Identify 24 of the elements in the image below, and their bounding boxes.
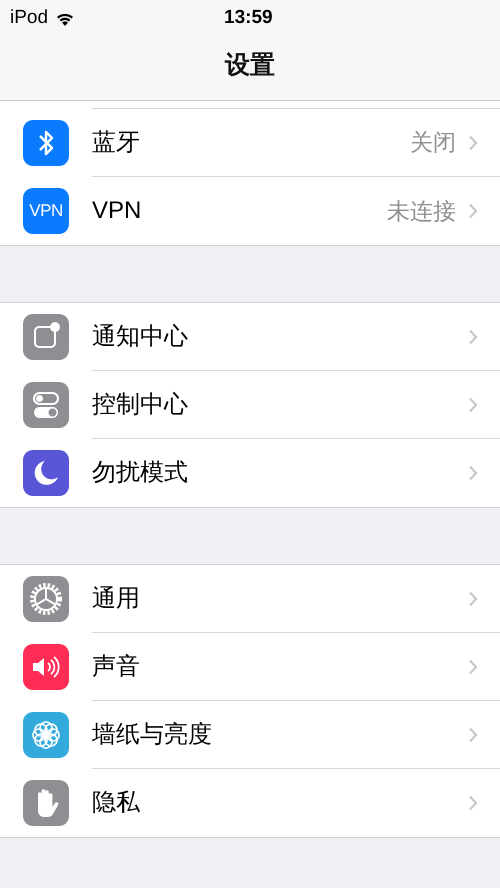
- setting-label: 隐私: [92, 788, 141, 818]
- chevron-icon: [468, 328, 478, 344]
- setting-label: 墙纸与亮度: [92, 720, 213, 750]
- setting-label: VPN: [92, 196, 142, 226]
- page-title: 设置: [225, 50, 275, 82]
- setting-label: 声音: [92, 652, 141, 682]
- chevron-icon: [468, 590, 478, 606]
- setting-label: 通用: [92, 584, 141, 614]
- chevron-icon: [468, 726, 478, 742]
- setting-value: 关闭: [410, 128, 456, 158]
- vpn-icon: VPN: [23, 188, 69, 234]
- setting-label: 勿扰模式: [92, 458, 189, 488]
- chevron-icon: [468, 203, 478, 219]
- clock-text: 13:59: [224, 6, 273, 30]
- chevron-icon: [468, 396, 478, 412]
- setting-label: 通知中心: [92, 322, 189, 352]
- setting-value: 未连接: [387, 196, 456, 226]
- chevron-icon: [468, 795, 478, 811]
- carrier-text: iPod: [10, 6, 48, 30]
- setting-label: 控制中心: [92, 390, 189, 420]
- chevron-icon: [468, 465, 478, 481]
- chevron-icon: [468, 658, 478, 674]
- setting-label: 蓝牙: [92, 128, 141, 158]
- chevron-icon: [468, 134, 478, 150]
